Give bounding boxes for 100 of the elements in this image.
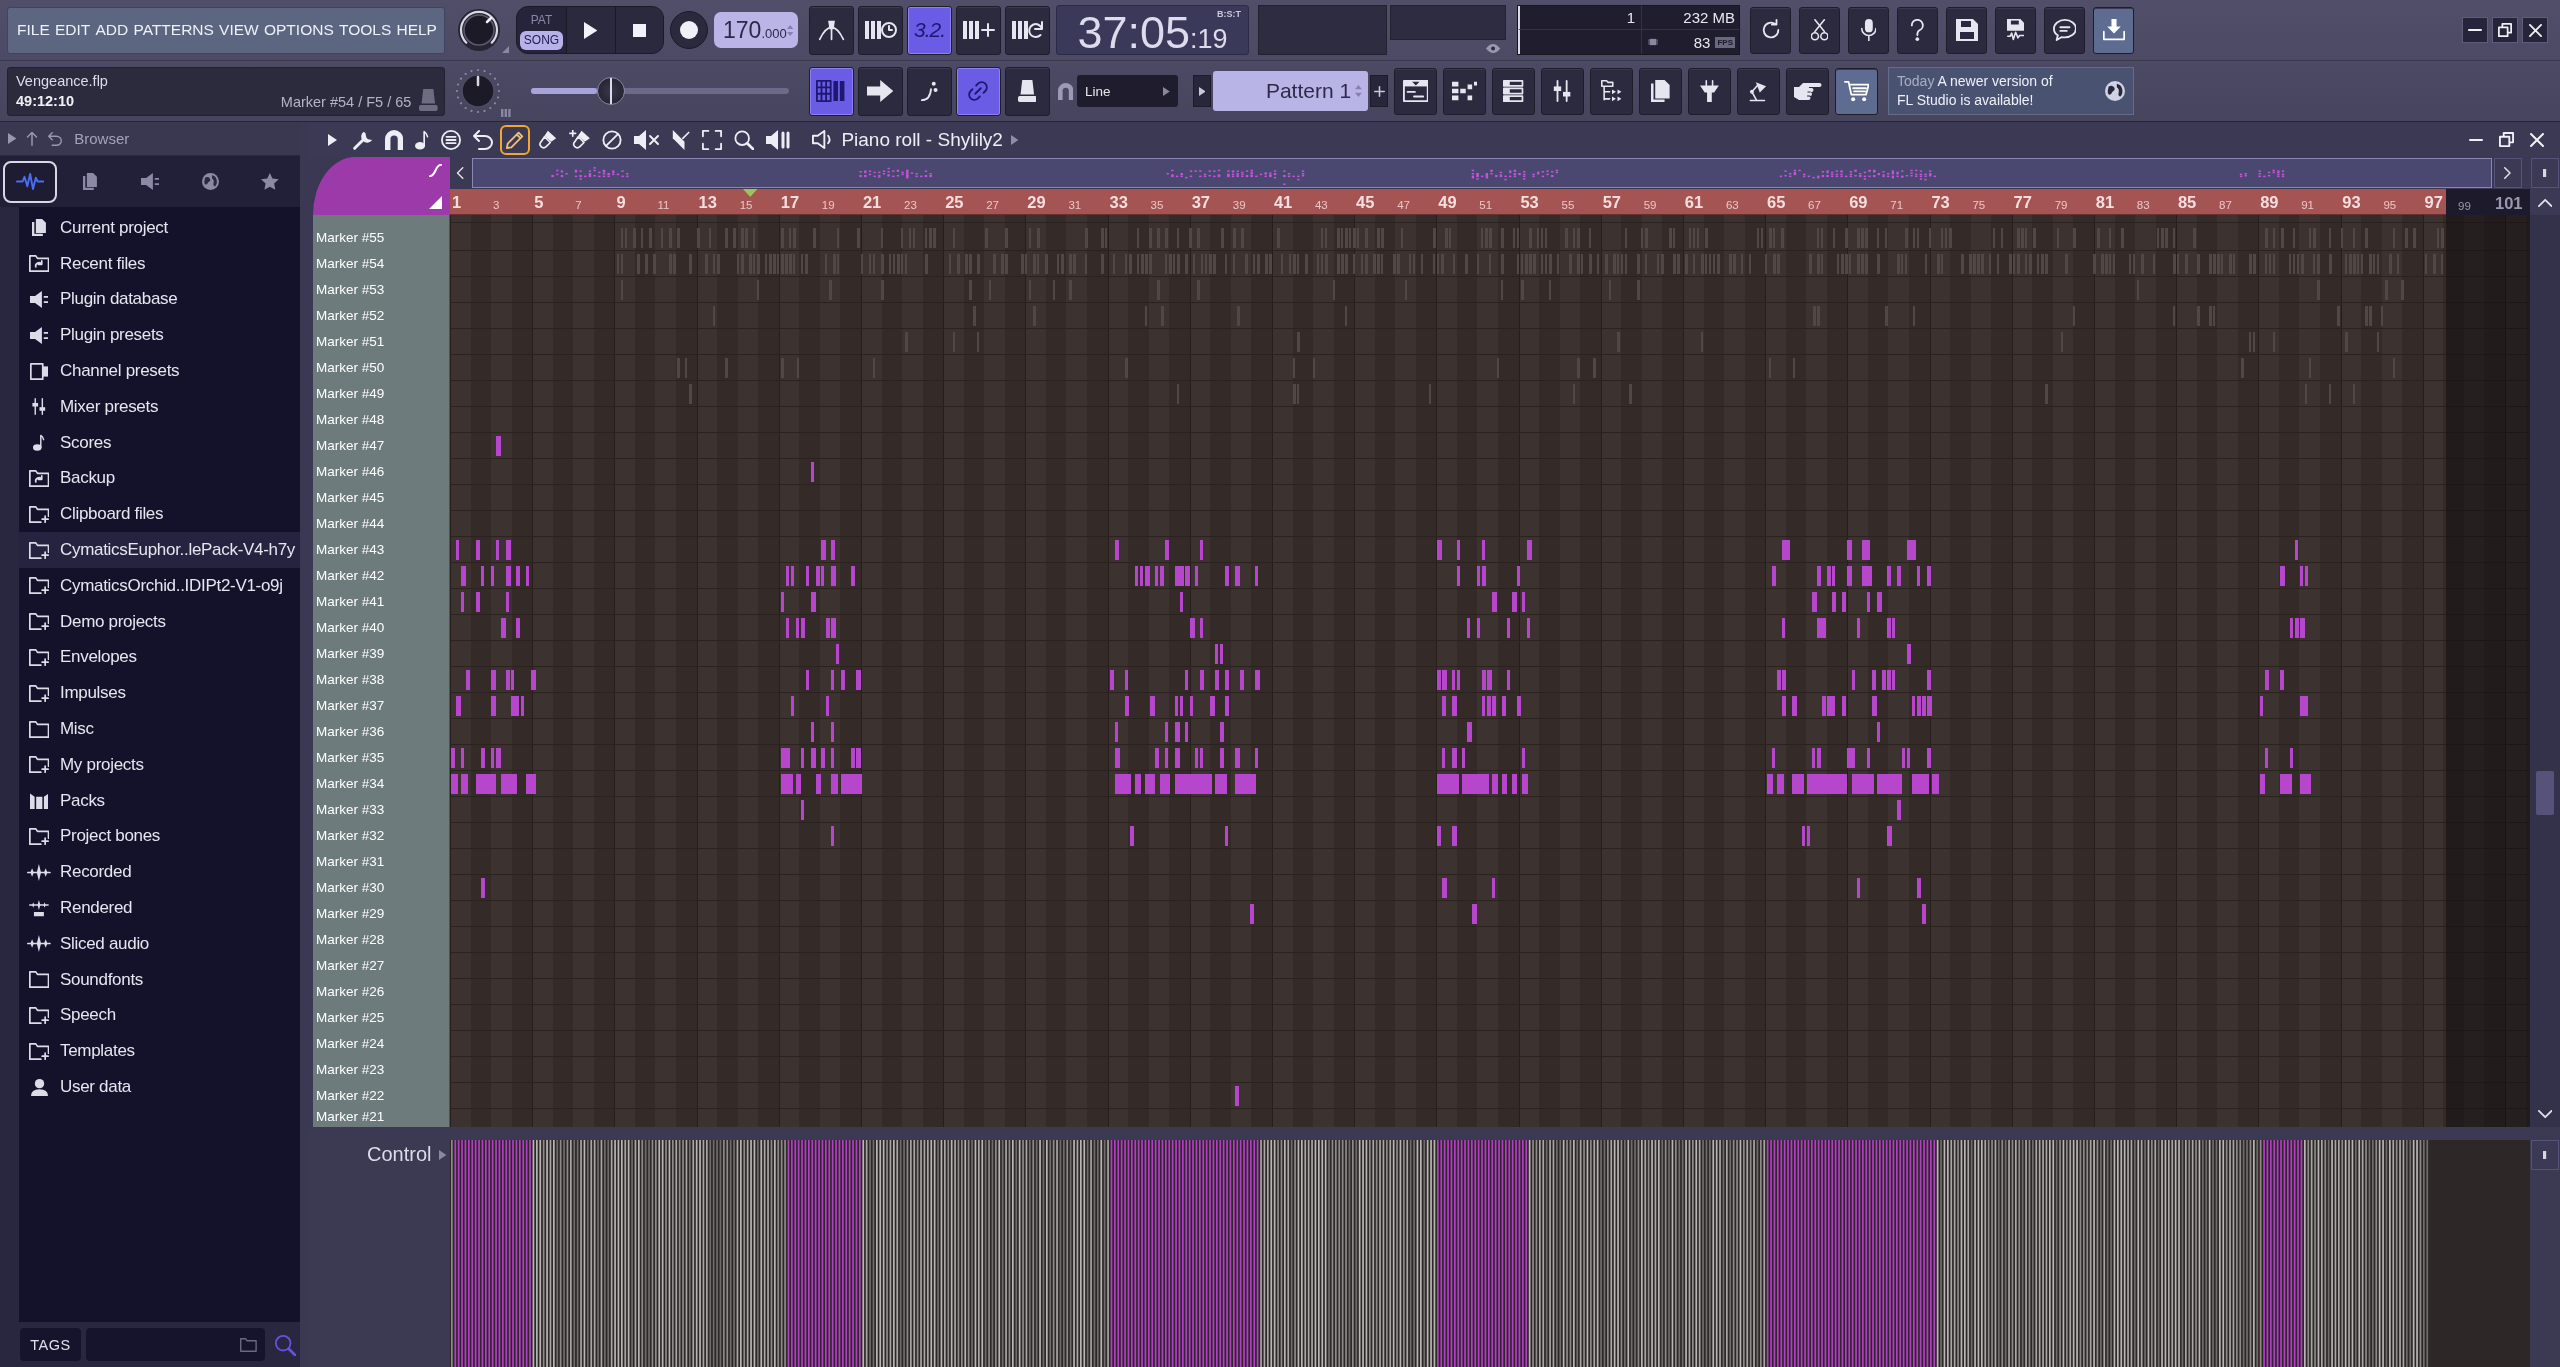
magnet-icon[interactable] [385, 129, 404, 150]
triangle-right-icon[interactable] [8, 133, 17, 144]
undo-icon[interactable] [48, 131, 63, 146]
close-button[interactable] [2522, 17, 2548, 43]
globe-icon[interactable] [2105, 81, 2126, 101]
close-icon[interactable] [2530, 132, 2544, 147]
mode-option[interactable]: PAT [520, 10, 563, 30]
piano-roll-button[interactable] [808, 66, 854, 116]
browser-item[interactable]: Plugin presets [19, 317, 300, 354]
browser-item[interactable]: Misc [19, 711, 300, 747]
scissors-button[interactable] [1799, 6, 1840, 54]
browser-item[interactable]: CymaticsOrchid..IDIPt2-V1-o9j [19, 567, 300, 604]
link-button[interactable] [955, 66, 1001, 116]
add-pattern-button[interactable] [1370, 75, 1389, 107]
pointing-hand-button[interactable] [1786, 67, 1830, 115]
channel-rack-button[interactable] [1492, 67, 1536, 115]
prohibited-icon[interactable] [602, 129, 623, 150]
browser-item[interactable]: Templates [19, 1033, 300, 1070]
knife-icon[interactable] [672, 129, 691, 150]
speaker-icon[interactable] [812, 130, 834, 149]
restore-icon[interactable] [2499, 132, 2514, 147]
cart-button[interactable] [1835, 67, 1879, 115]
browser-item[interactable]: Rendered [19, 890, 300, 926]
tags-search-field[interactable] [86, 1328, 265, 1361]
documents-button[interactable] [1639, 67, 1683, 115]
menu-item[interactable]: ADD [95, 21, 129, 39]
browser-item[interactable]: CymaticsEuphor..lePack-V4-h7y [19, 532, 300, 568]
chat-button[interactable] [2044, 6, 2085, 54]
minimize-icon[interactable] [2469, 137, 2483, 142]
browser-item[interactable]: Packs [19, 782, 300, 819]
keyboard-loop-button[interactable] [1005, 5, 1050, 55]
microphone-button[interactable] [1848, 6, 1889, 54]
wrench-icon[interactable] [353, 129, 373, 150]
browser-item[interactable]: My projects [19, 746, 300, 783]
step-bars-button[interactable] [1443, 67, 1487, 115]
browser-item[interactable]: Backup [19, 460, 300, 497]
vertical-scrollbar[interactable] [2530, 215, 2560, 1127]
browser-item[interactable]: Project bones [19, 818, 300, 855]
paint-brush-icon[interactable] [536, 129, 557, 150]
eye-icon[interactable] [1485, 44, 1500, 53]
play-button[interactable] [566, 7, 615, 53]
zoom-icon[interactable] [734, 129, 755, 150]
dotted-knob-icon[interactable] [455, 68, 501, 114]
scroll-right-button[interactable] [2494, 158, 2522, 188]
browser-item[interactable]: Sliced audio [19, 925, 300, 962]
keyboard-clock-button[interactable] [858, 5, 903, 55]
minimize-button[interactable] [2462, 17, 2488, 43]
speaker-bars-icon[interactable] [766, 129, 793, 150]
mode-option[interactable]: SONG [520, 30, 563, 50]
browser-item[interactable]: Mixer presets [19, 389, 300, 425]
tags-button[interactable]: TAGS [20, 1328, 81, 1361]
menu-item[interactable]: EDIT [54, 21, 91, 39]
save-audio-button[interactable] [1995, 6, 2036, 54]
menu-item[interactable]: HELP [396, 21, 437, 39]
browser-item[interactable]: User data [19, 1069, 300, 1105]
menu-item[interactable]: PATTERNS [133, 21, 214, 39]
restore-button[interactable] [2492, 17, 2518, 43]
menu-item[interactable]: VIEW [219, 21, 259, 39]
browser-item[interactable]: Recent files [19, 245, 300, 282]
menu-item[interactable]: OPTIONS [263, 21, 334, 39]
pattern-menu-button[interactable] [1193, 75, 1212, 107]
scrollbar-thumb[interactable] [2536, 771, 2554, 815]
stop-button[interactable] [614, 7, 663, 53]
browser-item[interactable]: Channel presets [19, 353, 300, 389]
browser-item[interactable]: Recorded [19, 854, 300, 891]
slider-thumb[interactable] [596, 77, 625, 105]
refresh-button[interactable] [1750, 6, 1791, 54]
browser-item[interactable]: Impulses [19, 675, 300, 712]
curve-dots-button[interactable] [906, 66, 952, 116]
zoom-handle-button[interactable] [2531, 158, 2559, 188]
download-button[interactable] [2093, 6, 2134, 54]
arrow-right-button[interactable] [857, 66, 903, 116]
browser-item[interactable]: Speech [19, 997, 300, 1034]
chevron-down-icon[interactable] [2537, 1110, 2553, 1119]
playlist-button[interactable] [1394, 67, 1438, 115]
snap-dropdown[interactable]: Line [1077, 75, 1179, 107]
knob-icon[interactable] [457, 8, 501, 52]
note-icon[interactable] [415, 129, 429, 150]
control-dropdown[interactable]: Control [367, 1143, 446, 1166]
desk-lamp-button[interactable] [1737, 67, 1781, 115]
browser-item[interactable]: Current project [19, 210, 300, 246]
save-button[interactable] [1946, 6, 1987, 54]
record-button[interactable] [670, 11, 708, 49]
metronome-button[interactable] [809, 5, 854, 55]
browser-item[interactable]: Demo projects [19, 603, 300, 640]
zoom-handle-button[interactable] [2531, 1140, 2559, 1170]
plug-button[interactable] [1688, 67, 1732, 115]
triangle-right-icon[interactable] [328, 133, 337, 146]
browser-item[interactable]: Envelopes [19, 639, 300, 676]
menu-circle-icon[interactable] [440, 129, 461, 150]
folder-tree-button[interactable] [1590, 67, 1634, 115]
arrow-up-icon[interactable] [26, 131, 39, 146]
browser-item[interactable]: Plugin database [19, 281, 300, 318]
pencil-icon[interactable] [499, 124, 530, 155]
search-icon[interactable] [274, 1333, 296, 1356]
browser-item[interactable]: Scores [19, 424, 300, 461]
browser-item[interactable]: Clipboard files [19, 496, 300, 533]
selection-icon[interactable] [702, 129, 723, 150]
mixer-button[interactable] [1541, 67, 1585, 115]
tempo-field[interactable]: 170.000 [714, 12, 798, 48]
